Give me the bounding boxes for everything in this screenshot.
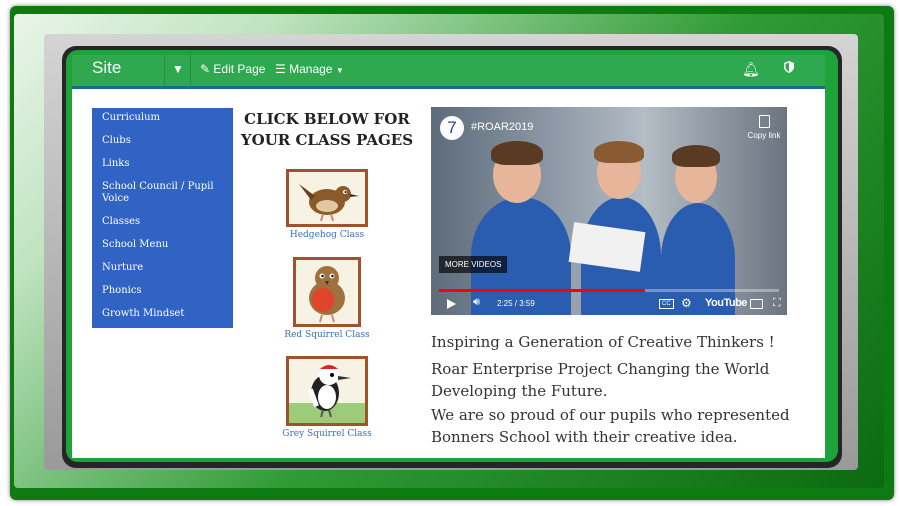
nav-divider — [190, 55, 191, 86]
sidebar-item-phonics[interactable]: Phonics — [92, 285, 233, 297]
youtube-logo[interactable]: YouTube — [705, 297, 747, 309]
wren-bird-icon — [299, 184, 359, 222]
sidebar-item-clubs[interactable]: Clubs — [92, 135, 233, 147]
class-card-red-squirrel[interactable]: Red Squirrel Class — [267, 257, 387, 340]
top-navbar: Site ▼ ✎ Edit Page ☰ Manage ▼ 🔔︎ — [72, 55, 825, 89]
bell-icon[interactable]: 🔔︎ — [742, 61, 760, 78]
manage-label: Manage — [289, 62, 333, 76]
caret-down-icon: ▼ — [335, 66, 344, 75]
video-title[interactable]: #ROAR2019 — [471, 121, 533, 133]
nav-divider — [164, 55, 165, 86]
content-line-1: Inspiring a Generation of Creative Think… — [431, 333, 775, 351]
video-progress-fill — [439, 289, 645, 292]
grey-squirrel-class-link[interactable]: Grey Squirrel Class — [267, 429, 387, 439]
play-icon[interactable] — [447, 299, 456, 309]
sidebar-item-nurture[interactable]: Nurture — [92, 262, 233, 274]
video-controls: 🔊︎ 2:25 / 3:59 CC ⚙ YouTube ⛶ — [431, 293, 787, 315]
volume-icon[interactable]: 🔊︎ — [473, 296, 480, 309]
channel-logo[interactable]: 7 — [440, 116, 464, 140]
sidebar-item-school-menu[interactable]: School Menu — [92, 239, 233, 251]
sidebar-item-growth-mindset[interactable]: Growth Mindset — [92, 308, 233, 320]
grey-squirrel-class-image[interactable] — [286, 356, 368, 426]
video-person-hair — [491, 141, 543, 165]
red-squirrel-class-link[interactable]: Red Squirrel Class — [267, 330, 387, 340]
sidebar-item-school-council[interactable]: School Council / Pupil Voice — [92, 181, 233, 205]
captions-button[interactable]: CC — [659, 299, 674, 309]
menu-icon: ☰ — [275, 62, 286, 76]
copy-link-button[interactable]: Copy link — [743, 115, 785, 140]
youtube-video-player[interactable]: 7 #ROAR2019 Copy link MORE VIDEOS 🔊︎ 2:2… — [431, 107, 787, 315]
site-menu[interactable]: Site — [92, 58, 121, 78]
website-screen: Site ▼ ✎ Edit Page ☰ Manage ▼ 🔔︎ Curricu… — [72, 55, 825, 458]
video-person-hair — [594, 141, 644, 163]
copy-link-label: Copy link — [747, 131, 781, 140]
content-line-2: Roar Enterprise Project Changing the Wor… — [431, 360, 770, 400]
robin-bird-icon — [309, 266, 345, 323]
copy-icon — [758, 115, 770, 128]
class-card-hedgehog[interactable]: Hedgehog Class — [267, 169, 387, 240]
edit-icon: ✎ — [200, 62, 211, 76]
sidebar-menu: Curriculum Clubs Links School Council / … — [92, 108, 233, 328]
settings-gear-icon[interactable]: ⚙ — [681, 296, 692, 310]
class-pages-heading: CLICK BELOW FOR YOUR CLASS PAGES — [240, 110, 414, 149]
video-progress-bar[interactable] — [439, 289, 779, 292]
class-card-grey-squirrel[interactable]: Grey Squirrel Class — [267, 356, 387, 439]
video-person-hair — [672, 145, 720, 167]
manage-menu[interactable]: ☰ Manage ▼ — [275, 62, 344, 76]
content-line-3: We are so proud of our pupils who repres… — [431, 406, 790, 446]
sidebar-item-curriculum[interactable]: Curriculum — [92, 112, 233, 124]
sidebar-item-classes[interactable]: Classes — [92, 216, 233, 228]
edit-page-label: Edit Page — [213, 62, 266, 76]
hedgehog-class-link[interactable]: Hedgehog Class — [267, 230, 387, 240]
sidebar-item-links[interactable]: Links — [92, 158, 233, 170]
more-videos-button[interactable]: MORE VIDEOS — [439, 256, 508, 273]
video-time: 2:25 / 3:59 — [497, 299, 535, 308]
shield-icon[interactable] — [784, 61, 794, 73]
cast-icon[interactable] — [750, 299, 763, 309]
hedgehog-class-image[interactable] — [286, 169, 368, 227]
red-squirrel-class-image[interactable] — [293, 257, 361, 327]
woodpecker-bird-icon — [289, 365, 365, 423]
chevron-down-icon[interactable]: ▼ — [172, 62, 184, 76]
edit-page-button[interactable]: ✎ Edit Page — [200, 62, 265, 76]
fullscreen-icon[interactable]: ⛶ — [773, 297, 781, 310]
